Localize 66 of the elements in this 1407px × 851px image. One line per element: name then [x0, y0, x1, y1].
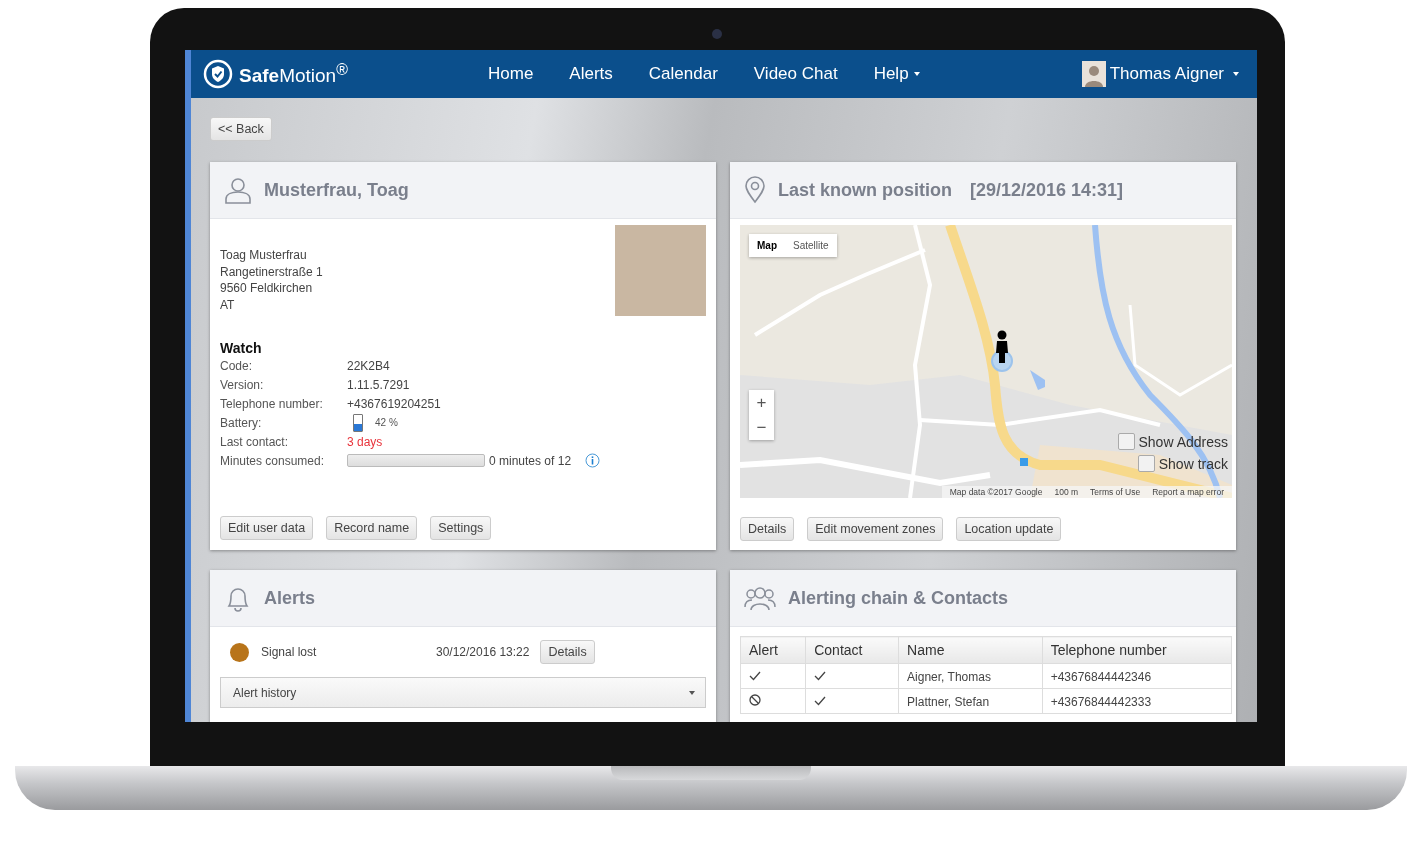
battery-reading: 42 % [375, 417, 398, 428]
zoom-button[interactable]: − [749, 415, 774, 440]
field-value: 22K2B4 [347, 358, 390, 373]
table-cell: +43676844442346 [1050, 670, 1152, 684]
field-label: Minutes consumed: [220, 453, 326, 468]
location-pin-icon [744, 176, 766, 204]
field-label: Battery: [220, 415, 263, 430]
back-button[interactable]: << Back [210, 117, 272, 141]
address-line: Toag Musterfrau [220, 247, 308, 264]
info-icon[interactable] [585, 453, 601, 468]
alert-label: Signal lost [261, 645, 318, 659]
action-button[interactable]: Edit movement zones [807, 517, 944, 541]
user-menu[interactable]: Thomas Aigner [1081, 61, 1239, 87]
field-label: Last contact: [220, 434, 290, 449]
column-header: Telephone number [1042, 636, 1232, 664]
column-header: Name [898, 636, 1043, 664]
nav-link[interactable]: Help [873, 64, 920, 84]
action-button[interactable]: Edit user data [220, 516, 314, 540]
shield-logo-icon [203, 59, 235, 89]
action-button[interactable]: Settings [430, 516, 492, 540]
nav-link[interactable]: Home [488, 64, 534, 84]
details-button[interactable]: Details [540, 640, 595, 664]
action-button[interactable]: Record name [326, 516, 418, 540]
action-button[interactable]: Location update [956, 517, 1062, 541]
attribution-text: 100 m [1054, 487, 1079, 497]
address-line: AT [220, 296, 236, 313]
table-cell: +43676844442333 [1050, 695, 1152, 709]
battery-icon [353, 413, 363, 432]
map-type-tab[interactable]: Map [749, 234, 785, 257]
field-value: +4367619204251 [347, 396, 441, 411]
field-label: Version: [220, 377, 265, 392]
alert-history-dropdown[interactable]: Alert history [220, 677, 706, 708]
checkbox-label: Show track [1158, 455, 1228, 472]
alert-time: 30/12/2016 13:22 [436, 645, 530, 659]
field-value: 1.11.5.7291 [347, 377, 410, 392]
card-title: Last known position [778, 179, 952, 201]
card-title: Alerts [264, 587, 316, 609]
address-line: Rangetinerstraße 1 [220, 263, 323, 280]
zoom-button[interactable]: + [749, 390, 774, 415]
table-cell: Aigner, Thomas [907, 670, 991, 684]
brand-name: SafeMotion$^{®}$ [239, 60, 348, 88]
address-line: 9560 Feldkirchen [220, 280, 314, 297]
attribution-text: Map data ©2017 Google [949, 487, 1043, 497]
people-icon [744, 585, 776, 611]
attribution-text: Terms of Use [1090, 487, 1141, 497]
field-label: Code: [220, 358, 254, 373]
nav-link[interactable]: Video Chat [753, 64, 838, 84]
user-icon [224, 176, 252, 204]
camera-icon [712, 29, 722, 39]
table-cell: Plattner, Stefan [907, 695, 990, 709]
checkbox-label: Show Address [1138, 433, 1228, 450]
column-header: Contact [805, 636, 899, 664]
field-value: 3 days [347, 434, 383, 449]
field-label: Telephone number: [220, 396, 324, 411]
column-header: Alert [740, 636, 806, 664]
progress-reading: 0 minutes of 12 [489, 453, 572, 468]
card-title: Musterfrau, Toag [264, 179, 409, 201]
avatar-icon [1081, 61, 1106, 87]
section-title: Watch [220, 340, 263, 356]
nav-link[interactable]: Calendar [648, 64, 718, 84]
attribution-text: Report a map error [1152, 487, 1224, 497]
card-title: Alerting chain & Contacts [788, 587, 1009, 609]
nav-link[interactable]: Alerts [569, 64, 613, 84]
map-type-tab[interactable]: Satellite [785, 234, 837, 257]
action-button[interactable]: Details [740, 517, 795, 541]
timestamp: [29/12/2016 14:31] [970, 179, 1124, 201]
